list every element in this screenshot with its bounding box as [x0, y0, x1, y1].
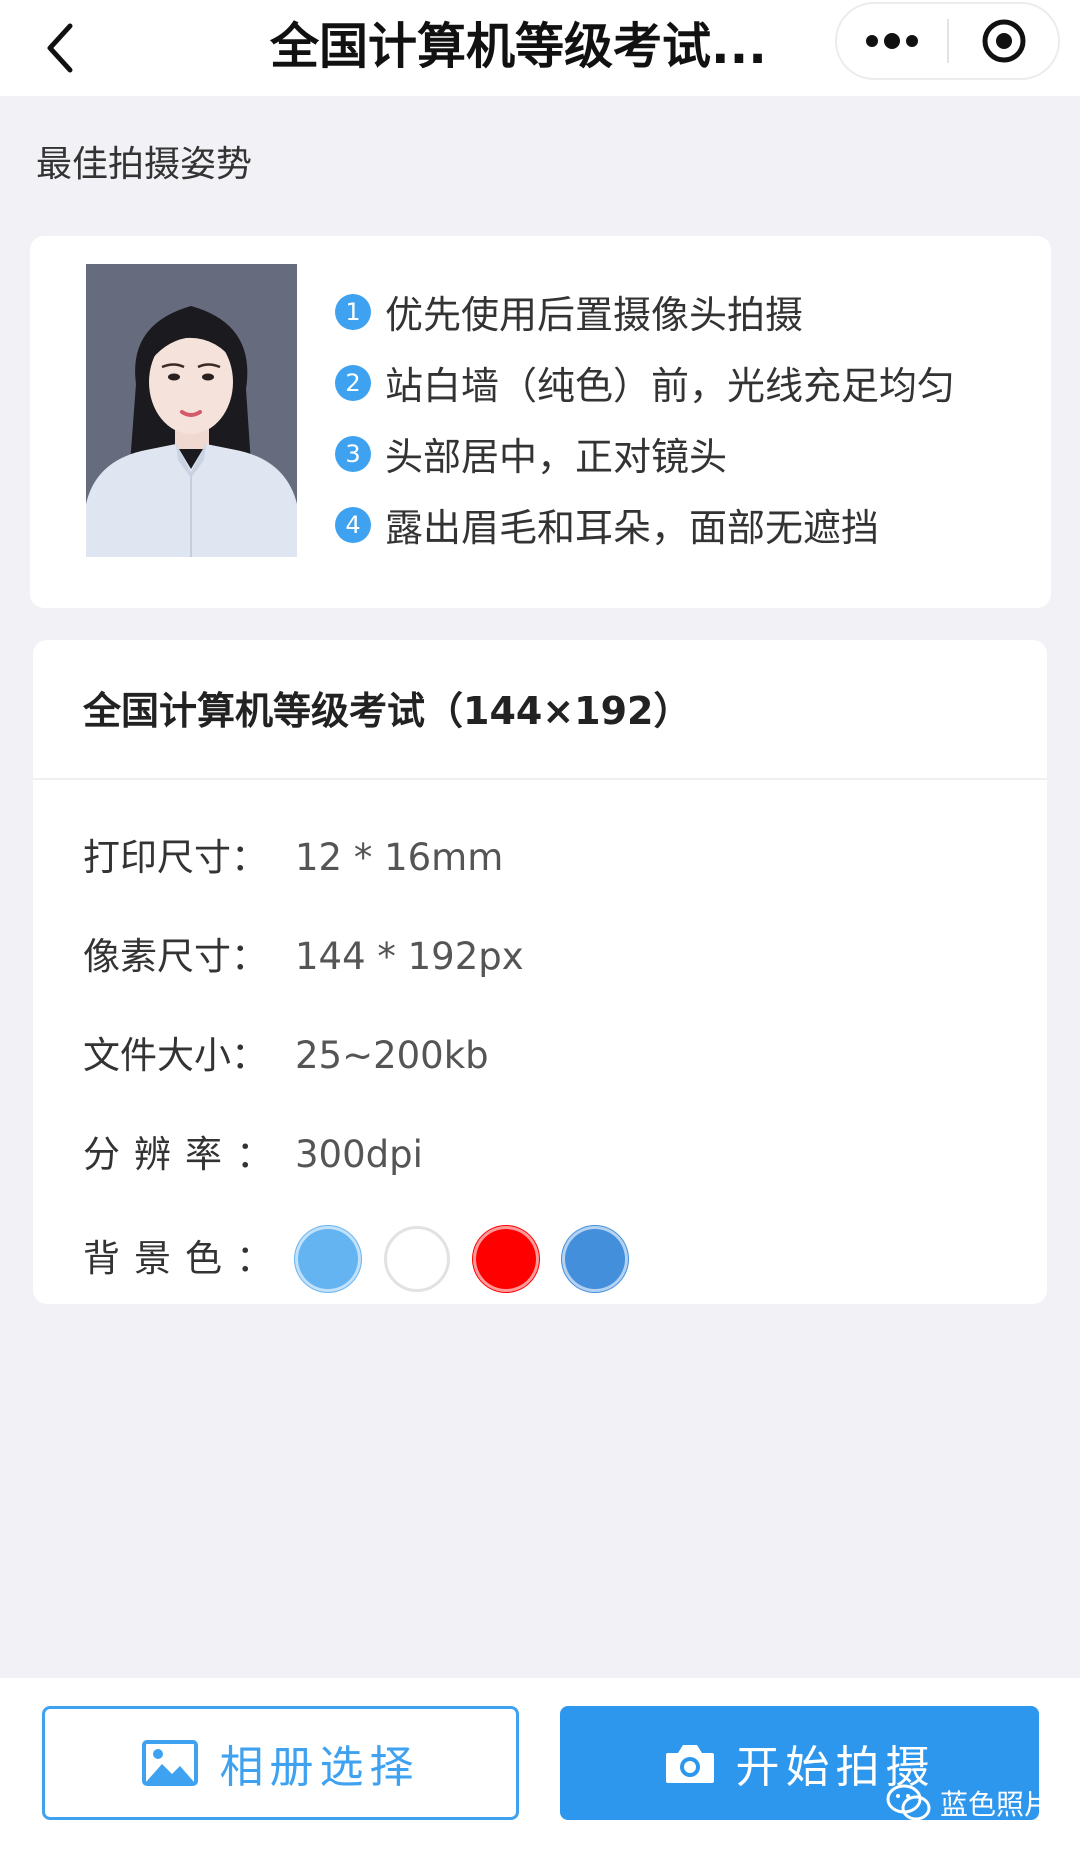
tip-text: 露出眉毛和耳朵，面部无遮挡	[385, 506, 880, 550]
tip-text: 头部居中，正对镜头	[385, 435, 728, 479]
tip-item: 3 头部居中，正对镜头	[335, 418, 1035, 489]
spec-row-file-size: 文件大小： 25~200kb	[83, 1026, 489, 1086]
photo-spec-card: 全国计算机等级考试（144×192） 打印尺寸： 12 * 16mm 像素尺寸：…	[33, 640, 1047, 1304]
spec-label: 打印尺寸：	[83, 836, 268, 879]
pose-guide-card: 1 优先使用后置摄像头拍摄 2 站白墙（纯色）前，光线充足均匀 3 头部居中，正…	[30, 236, 1051, 608]
navigation-bar: 全国计算机等级考试...	[0, 0, 1080, 96]
chevron-left-icon	[47, 23, 73, 73]
spec-row-background-color: 背景色：	[83, 1224, 651, 1294]
spec-value: 144 * 192px	[295, 935, 524, 978]
color-swatch-light-blue[interactable]	[295, 1226, 361, 1292]
spec-label: 文件大小：	[83, 1034, 268, 1077]
tip-number-badge: 4	[335, 506, 371, 543]
spec-value: 12 * 16mm	[295, 836, 504, 879]
spec-row-resolution: 分辨率： 300dpi	[83, 1125, 423, 1185]
spec-value: 25~200kb	[295, 1034, 489, 1077]
back-button[interactable]	[30, 10, 90, 86]
page-title: 全国计算机等级考试...	[270, 18, 767, 75]
spec-divider	[33, 778, 1047, 780]
target-circle-icon	[982, 19, 1025, 63]
spec-label: 背景色：	[83, 1237, 287, 1280]
watermark: 蓝色照片	[886, 1778, 1052, 1828]
color-swatch-blue[interactable]	[562, 1226, 628, 1292]
color-swatch-white[interactable]	[384, 1226, 450, 1292]
spec-row-print-size: 打印尺寸： 12 * 16mm	[83, 828, 503, 888]
mini-program-capsule	[835, 2, 1060, 80]
color-swatch-red[interactable]	[473, 1226, 539, 1292]
watermark-text: 蓝色照片	[940, 1788, 1053, 1821]
spec-title: 全国计算机等级考试（144×192）	[83, 689, 692, 733]
wechat-icon	[886, 1784, 931, 1821]
album-select-label: 相册选择	[219, 1742, 420, 1793]
more-dots-icon	[866, 33, 918, 49]
spec-label: 像素尺寸：	[83, 935, 268, 978]
tip-number-badge: 2	[335, 364, 371, 401]
tip-number-badge: 1	[335, 293, 371, 330]
album-select-button[interactable]: 相册选择	[42, 1706, 519, 1820]
image-icon	[141, 1740, 198, 1786]
tip-item: 1 优先使用后置摄像头拍摄	[335, 276, 1035, 347]
camera-icon	[665, 1745, 714, 1783]
sample-portrait-photo	[86, 264, 297, 557]
shooting-tips-list: 1 优先使用后置摄像头拍摄 2 站白墙（纯色）前，光线充足均匀 3 头部居中，正…	[335, 276, 1035, 560]
spec-value: 300dpi	[295, 1133, 423, 1176]
spec-label: 分辨率：	[83, 1133, 287, 1176]
tip-text: 站白墙（纯色）前，光线充足均匀	[385, 364, 956, 408]
tip-item: 4 露出眉毛和耳朵，面部无遮挡	[335, 489, 1035, 560]
more-button[interactable]	[837, 4, 947, 78]
close-mini-program-button[interactable]	[949, 4, 1058, 78]
tip-text: 优先使用后置摄像头拍摄	[385, 293, 804, 337]
section-title: 最佳拍摄姿势	[36, 144, 253, 185]
tip-number-badge: 3	[335, 435, 371, 472]
tip-item: 2 站白墙（纯色）前，光线充足均匀	[335, 347, 1035, 418]
background-color-swatches	[295, 1226, 651, 1292]
spec-row-pixel-size: 像素尺寸： 144 * 192px	[83, 927, 524, 987]
